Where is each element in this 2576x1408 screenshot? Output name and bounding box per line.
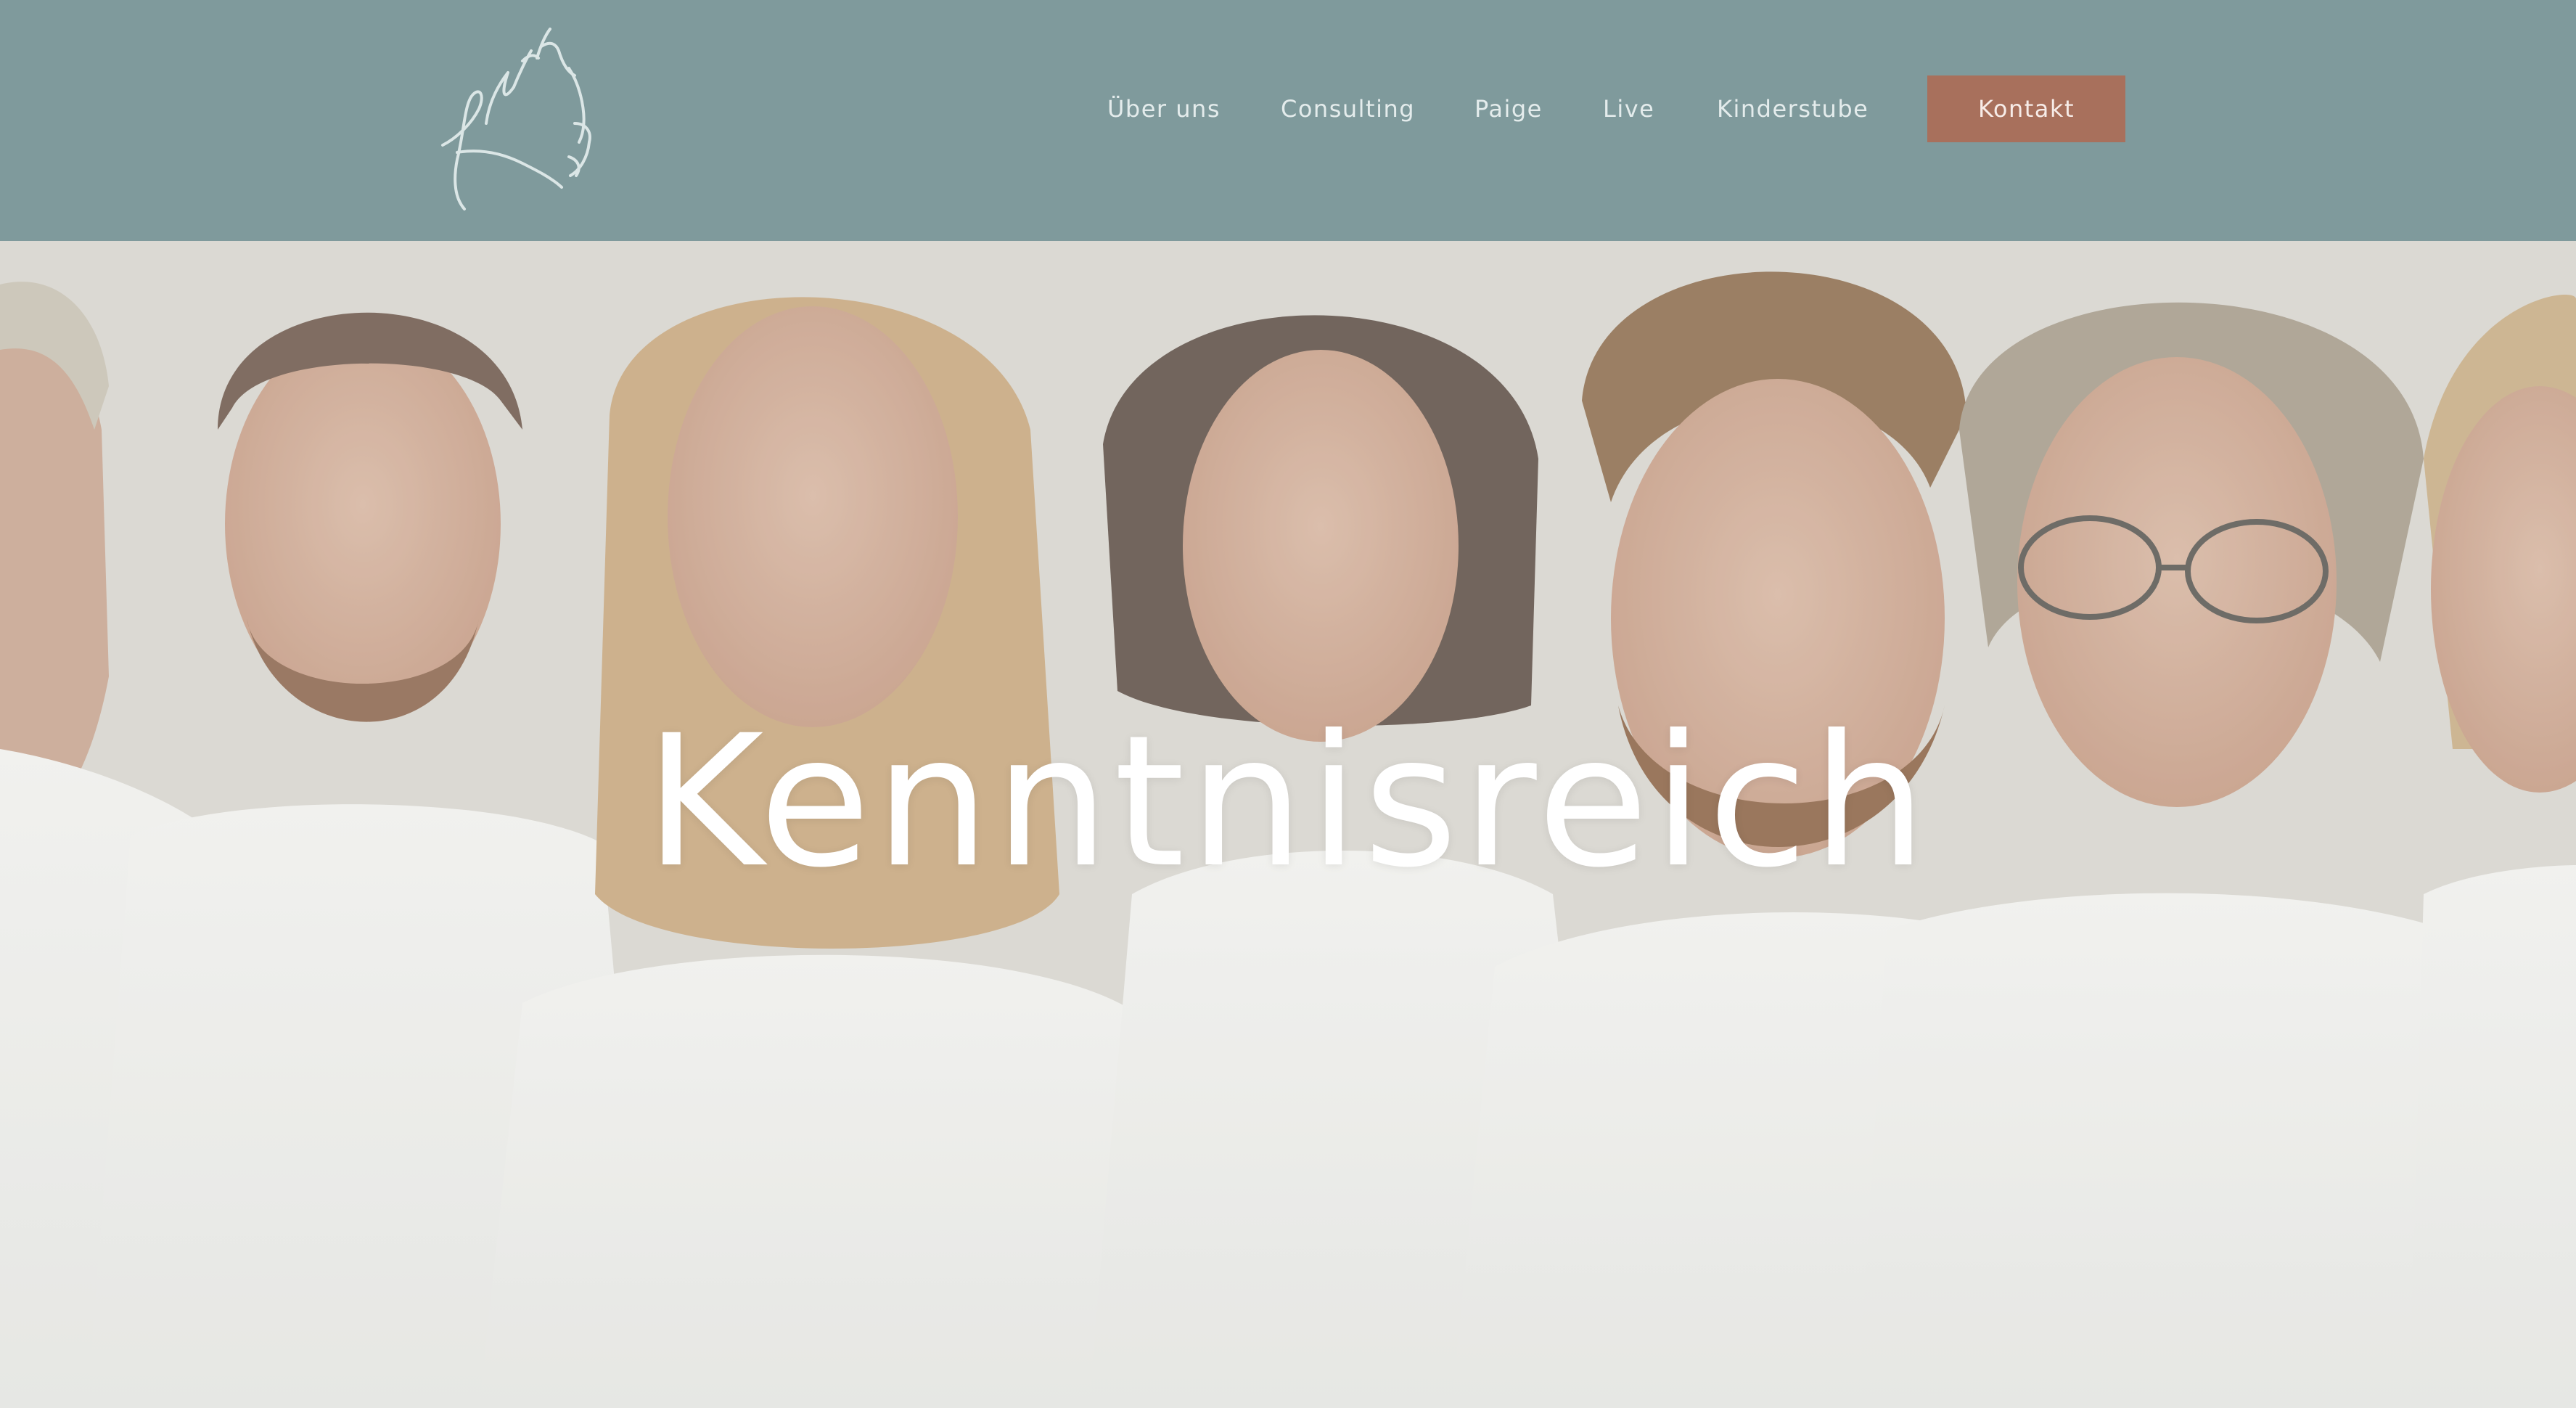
hero-section: Kenntnisreich — [0, 241, 2576, 1408]
nav-item-consulting[interactable]: Consulting — [1281, 75, 1415, 142]
main-navigation: Über uns Consulting Paige Live Kinderstu… — [0, 75, 2576, 142]
site-header: Über uns Consulting Paige Live Kinderstu… — [0, 0, 2576, 241]
nav-item-ueber-uns[interactable]: Über uns — [1107, 75, 1221, 142]
nav-item-kinderstube[interactable]: Kinderstube — [1717, 75, 1869, 142]
hero-title: Kenntnisreich — [644, 695, 1932, 907]
nav-item-live[interactable]: Live — [1603, 75, 1654, 142]
nav-item-paige[interactable]: Paige — [1474, 75, 1543, 142]
kontakt-button[interactable]: Kontakt — [1927, 75, 2125, 142]
